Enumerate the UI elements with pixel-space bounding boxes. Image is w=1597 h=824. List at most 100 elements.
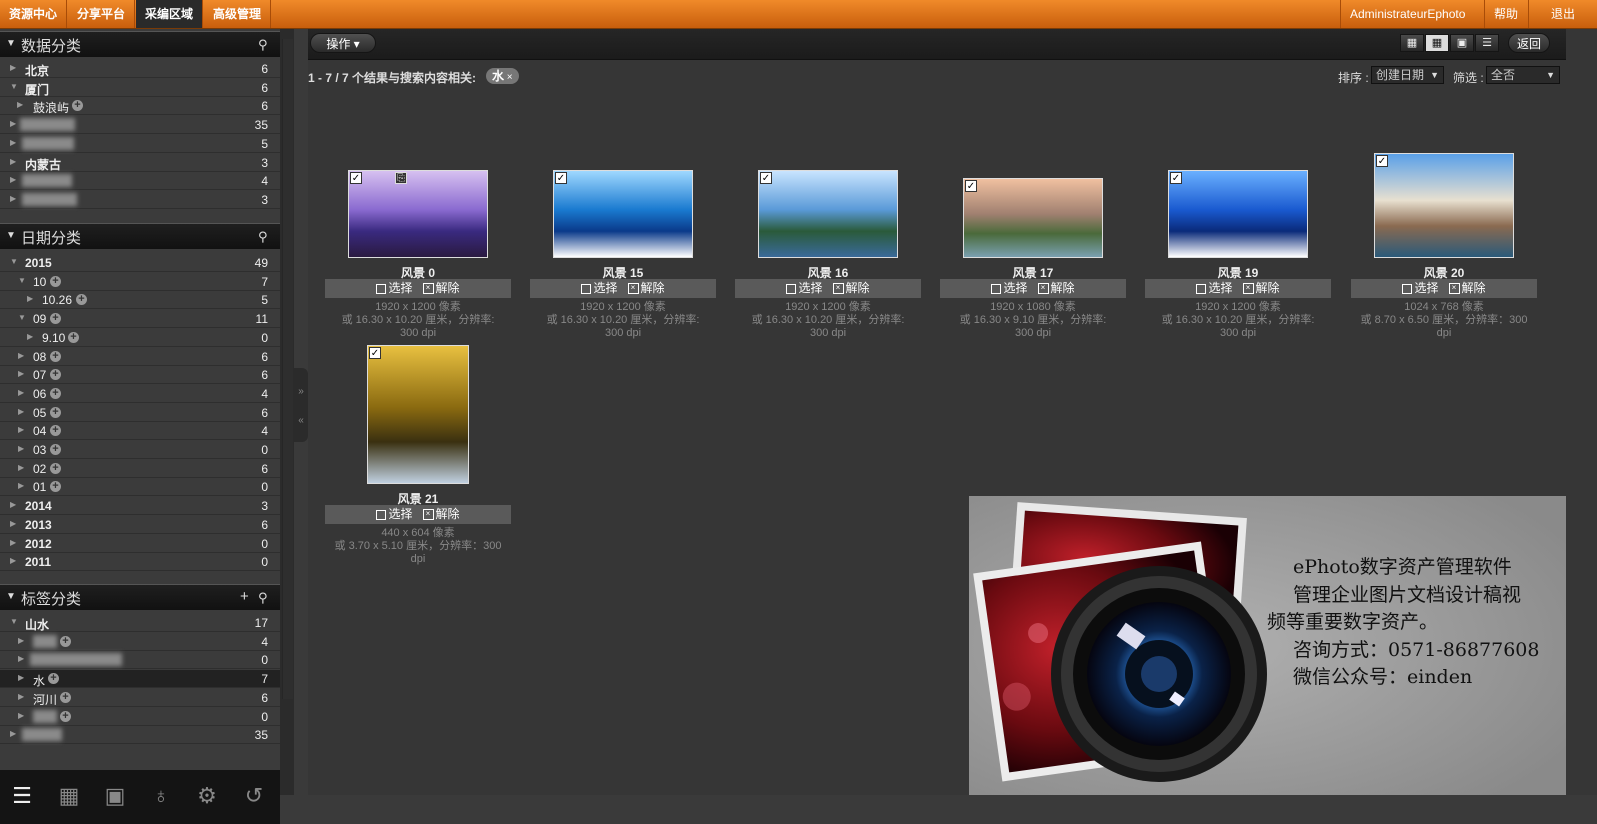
collapsed-arrow-icon[interactable]: ▶ [17,100,23,109]
tree-item[interactable]: ▶ 2013 6 [0,516,280,534]
view-small-grid-button[interactable]: ▦ [1400,34,1424,52]
collapsed-arrow-icon[interactable]: ▶ [18,444,24,453]
add-subitem-icon[interactable]: + [76,294,87,306]
tree-item[interactable]: ▼ 厦门 6 [0,79,280,97]
main-scrollbar[interactable] [1566,29,1597,795]
tree-item[interactable]: ▶ 04 +4 [0,422,280,441]
asset-thumbnail[interactable] [758,170,898,258]
select-checkbox[interactable]: ✓ [350,172,362,184]
collapsed-arrow-icon[interactable]: ▶ [18,407,24,416]
sort-select[interactable]: 创建日期 ▼ [1371,66,1444,84]
tree-item[interactable]: ▶ 内蒙古 3 [0,154,280,172]
add-subitem-icon[interactable]: + [48,673,59,685]
tree-item[interactable]: ▶ 0 [0,651,280,670]
collapsed-arrow-icon[interactable]: ▶ [10,157,16,166]
tree-item[interactable]: ▼ 山水 17 [0,614,280,632]
select-checkbox[interactable]: ✓ [965,180,977,192]
expanded-arrow-icon[interactable]: ▼ [10,82,18,91]
collapsed-arrow-icon[interactable]: ▶ [10,119,16,128]
collapsed-arrow-icon[interactable]: ▶ [18,636,24,645]
collapsed-arrow-icon[interactable]: ▶ [10,63,16,72]
add-subitem-icon[interactable]: + [60,691,71,703]
tree-item[interactable]: ▼ 09 +11 [0,310,280,329]
tree-item[interactable]: ▶ 2011 0 [0,553,280,572]
tree-item[interactable]: ▶ 01 +0 [0,478,280,497]
tree-item[interactable]: ▼ 10 +7 [0,273,280,291]
add-icon[interactable]: + [240,588,249,605]
collapsed-arrow-icon[interactable]: ▶ [18,654,24,663]
collapsed-arrow-icon[interactable]: ▶ [10,175,16,184]
history-icon[interactable]: ↺ [240,782,268,810]
collapsed-arrow-icon[interactable]: ▶ [18,692,24,701]
select-action[interactable]: 选择 [991,281,1027,295]
tree-item[interactable]: ▶ +0 [0,708,280,726]
add-subitem-icon[interactable]: + [50,369,61,381]
collapsed-arrow-icon[interactable]: ▶ [10,538,16,547]
collapsed-arrow-icon[interactable]: ▶ [27,332,33,341]
unselect-action[interactable]: × 解除 [422,281,460,295]
tree-item[interactable]: ▶ 水 +7 [0,670,280,689]
tree-item[interactable]: ▶ 08 +6 [0,348,280,366]
asset-thumbnail[interactable] [553,170,693,258]
tree-item[interactable]: ▶ +4 [0,633,280,651]
select-action[interactable]: 选择 [1196,281,1232,295]
tab-resource-center[interactable]: 资源中心 [0,0,68,28]
collapsed-arrow-icon[interactable]: ▶ [18,481,24,490]
sidebar-scrollbar[interactable] [280,29,294,795]
collapsed-arrow-icon[interactable]: ▶ [10,138,16,147]
asset-thumbnail[interactable] [348,170,488,258]
select-checkbox[interactable]: ✓ [555,172,567,184]
unselect-action[interactable]: × 解除 [627,281,665,295]
collapse-arrow-icon[interactable]: ▼ [6,230,16,241]
select-action[interactable]: 选择 [1402,281,1438,295]
collapsed-arrow-icon[interactable]: ▶ [10,194,16,203]
tree-item[interactable]: ▶ 9.10 +0 [0,329,280,347]
add-subitem-icon[interactable]: + [50,350,61,362]
add-subitem-icon[interactable]: + [60,710,71,722]
collapsed-arrow-icon[interactable]: ▶ [18,351,24,360]
portrait-icon[interactable]: ▣ [101,782,129,810]
add-subitem-icon[interactable]: + [50,406,61,418]
tree-item[interactable]: ▶ 3 [0,191,280,209]
user-name[interactable]: AdministrateurEphoto [1340,0,1474,28]
collapse-arrow-icon[interactable]: ▼ [6,591,16,602]
tree-item[interactable]: ▼ 2015 49 [0,254,280,272]
view-list-button[interactable]: ☰ [1475,34,1499,52]
tree-item[interactable]: ▶ 鼓浪屿 +6 [0,97,280,116]
settings-icon[interactable]: ⚙ [193,782,221,810]
add-subitem-icon[interactable]: + [72,100,83,112]
collapsed-arrow-icon[interactable]: ▶ [18,388,24,397]
actions-button[interactable]: 操作 ▾ [310,33,376,53]
link-icon[interactable]: ⎘ [395,172,407,184]
unselect-action[interactable]: × 解除 [422,507,460,521]
search-tag-chip[interactable]: 水 × [486,68,519,84]
tree-item[interactable]: ▶ 10.26 +5 [0,291,280,310]
expanded-arrow-icon[interactable]: ▼ [18,276,26,285]
collapse-arrow-icon[interactable]: ▼ [6,38,16,49]
back-button[interactable]: 返回 [1508,33,1550,53]
tree-item[interactable]: ▶ 07 +6 [0,366,280,385]
expanded-arrow-icon[interactable]: ▼ [18,313,26,322]
collapsed-arrow-icon[interactable]: ▶ [10,556,16,565]
add-subitem-icon[interactable]: + [68,331,79,343]
select-action[interactable]: 选择 [786,281,822,295]
collapsed-arrow-icon[interactable]: ▶ [10,729,16,738]
tree-item[interactable]: ▶ 35 [0,116,280,135]
collapsed-arrow-icon[interactable]: ▶ [10,519,16,528]
collapsed-arrow-icon[interactable]: ▶ [18,463,24,472]
add-subitem-icon[interactable]: + [50,275,61,287]
collapsed-arrow-icon[interactable]: ▶ [10,500,16,509]
tab-advanced-admin[interactable]: 高级管理 [204,0,272,28]
unselect-action[interactable]: × 解除 [832,281,870,295]
tree-item[interactable]: ▶ 05 +6 [0,404,280,422]
add-subitem-icon[interactable]: + [50,481,61,493]
help-link[interactable]: 帮助 [1484,0,1527,28]
search-icon[interactable]: ⚲ [258,37,268,53]
select-checkbox[interactable]: ✓ [760,172,772,184]
date-category-header[interactable]: ▼ 日期分类 ⚲ [0,223,280,249]
add-subitem-icon[interactable]: + [50,462,61,474]
search-icon[interactable]: ⚲ [258,590,268,606]
tree-item[interactable]: ▶ 5 [0,135,280,153]
tree-item[interactable]: ▶ 4 [0,172,280,191]
collapsed-arrow-icon[interactable]: ▶ [27,294,33,303]
